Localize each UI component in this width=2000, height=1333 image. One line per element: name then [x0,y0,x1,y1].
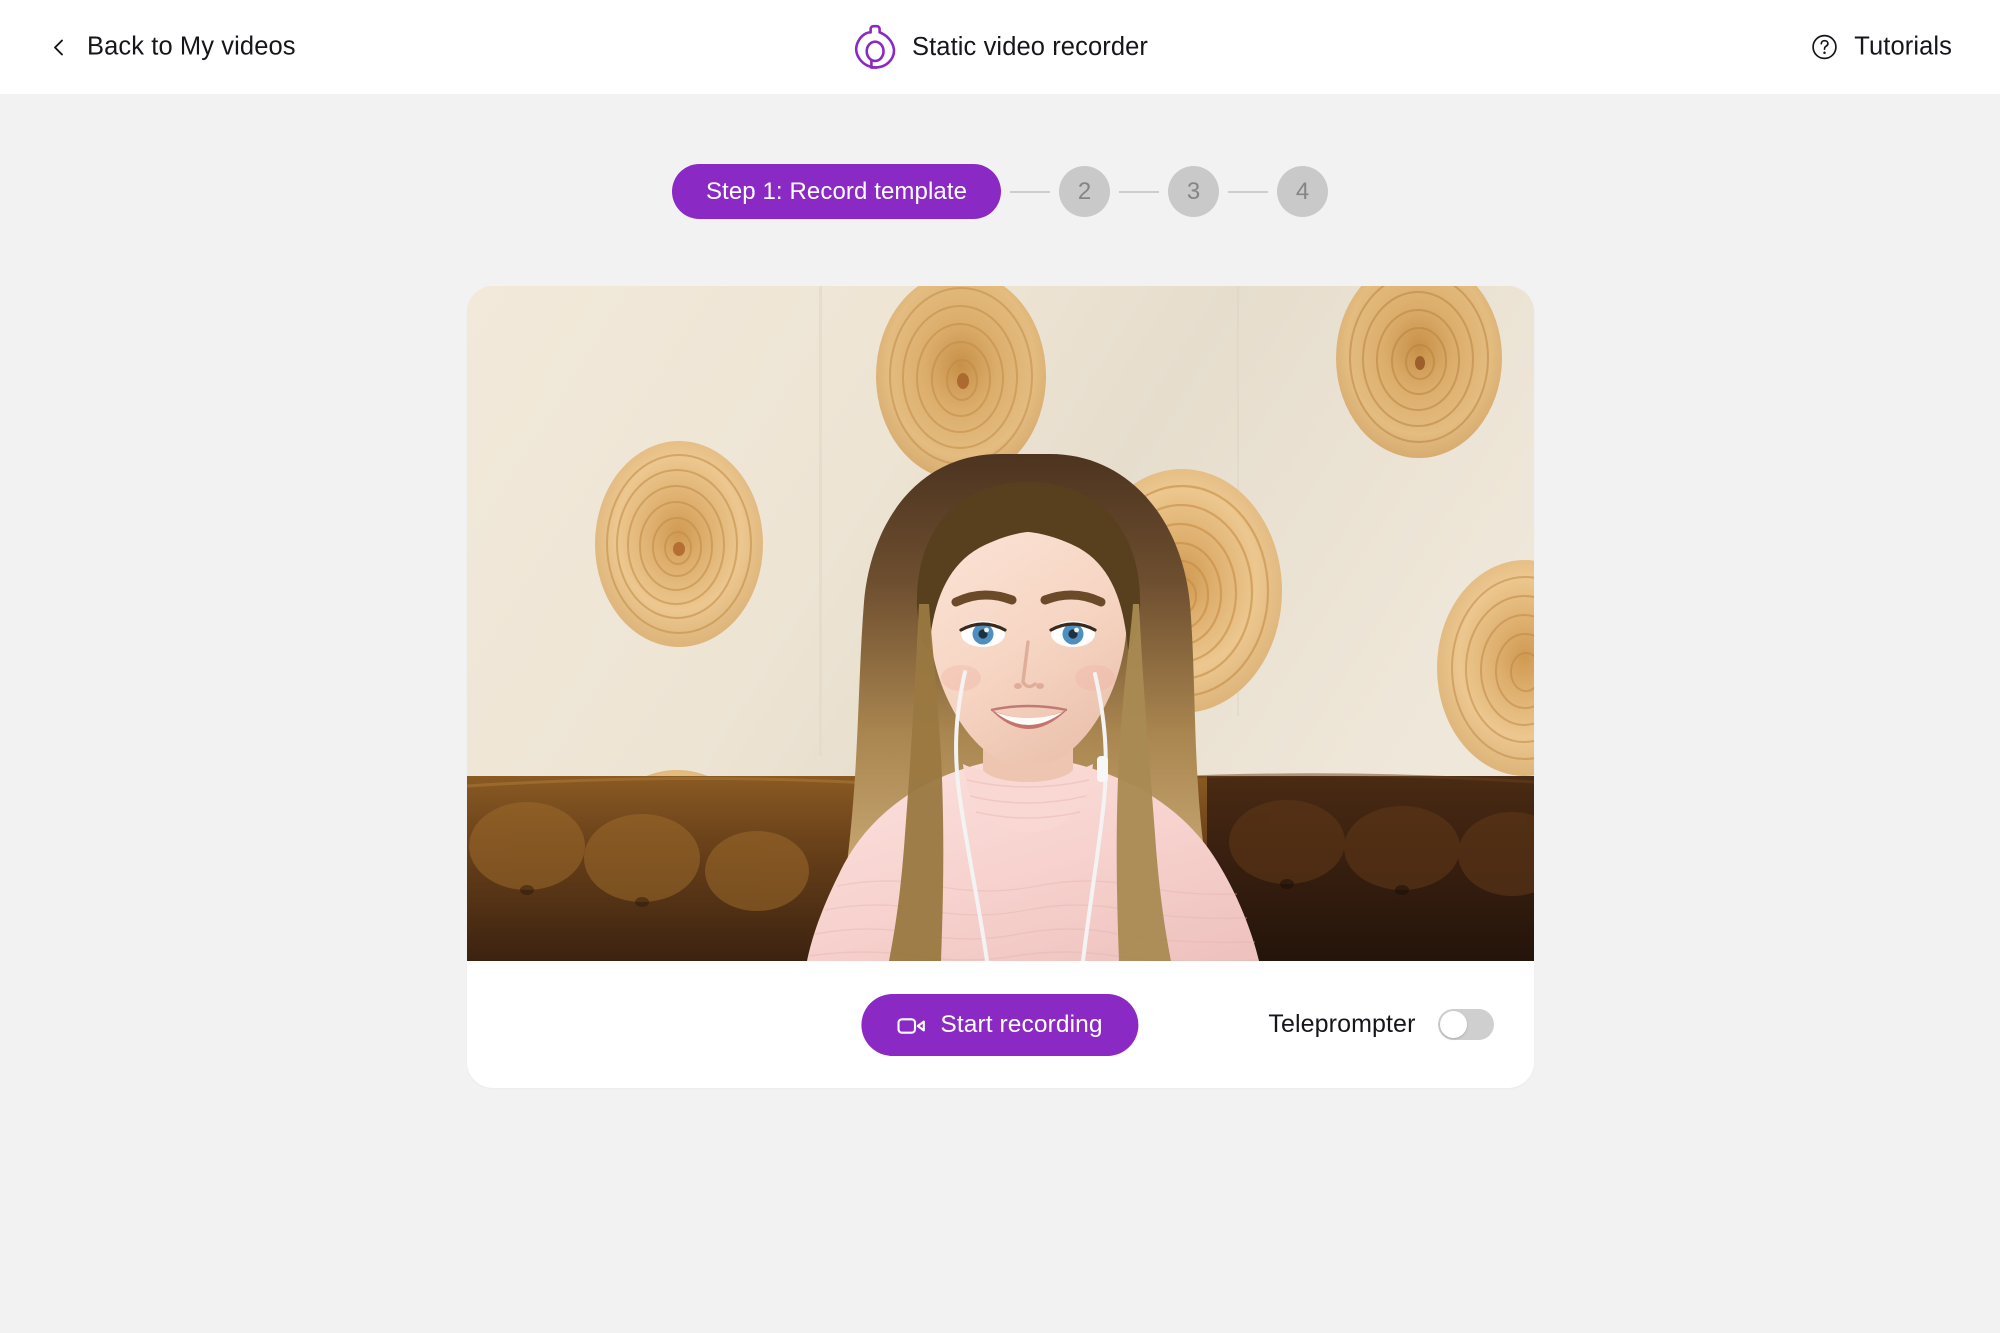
app-brand: Static video recorder [852,22,1148,72]
teleprompter-control: Teleprompter [1268,1009,1494,1040]
step-connector [1010,190,1051,193]
app-logo-icon [852,22,898,72]
step-3-circle[interactable]: 3 [1168,166,1220,217]
step-4-circle[interactable]: 4 [1277,166,1329,217]
back-to-my-videos-label: Back to My videos [87,32,296,61]
video-camera-icon [897,1015,925,1035]
recorder-card: Start recording Teleprompter [466,286,1534,1088]
toggle-knob [1439,1011,1467,1038]
page-title: Static video recorder [912,32,1148,61]
step-connector [1119,190,1160,193]
teleprompter-toggle[interactable] [1437,1009,1494,1040]
chevron-left-icon [48,36,70,58]
app-header: Back to My videos Static video recorder … [0,0,2000,94]
question-circle-icon [1811,34,1838,61]
step-connector [1228,190,1269,193]
step-1-current[interactable]: Step 1: Record template [671,164,1002,219]
back-to-my-videos-link[interactable]: Back to My videos [48,33,296,62]
recorder-controls: Start recording Teleprompter [467,961,1534,1088]
tutorials-label: Tutorials [1854,32,1952,61]
step-indicator: Step 1: Record template 2 3 4 [0,164,2000,219]
teleprompter-label: Teleprompter [1268,1010,1416,1038]
step-2-circle[interactable]: 2 [1059,166,1111,217]
tutorials-button[interactable]: Tutorials [1811,33,1952,62]
start-recording-button[interactable]: Start recording [861,993,1139,1056]
video-preview[interactable] [466,286,1534,961]
start-recording-label: Start recording [940,1010,1103,1038]
